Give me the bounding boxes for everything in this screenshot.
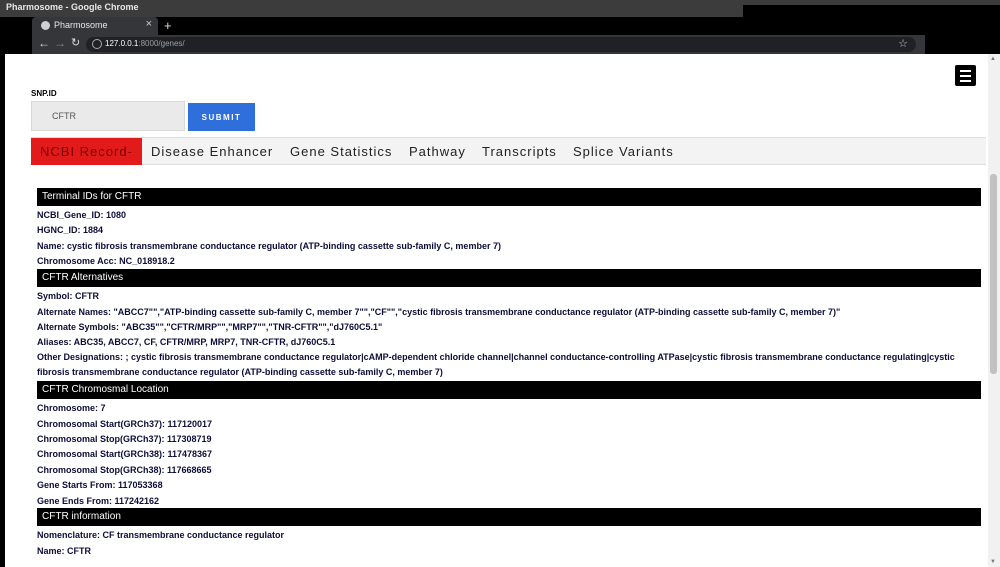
- title-bar-shade: [743, 5, 1000, 17]
- address-url: 127.0.0.1:8000/genes/: [105, 39, 185, 48]
- chromosomal-stop-grch38: Chromosomal Stop(GRCh38): 117668665: [37, 465, 212, 475]
- alternate-names: Alternate Names: "ABCC7"","ATP-binding c…: [37, 307, 841, 317]
- gene-ends-from: Gene Ends From: 117242162: [37, 496, 160, 506]
- tab-disease-enhancer[interactable]: Disease Enhancer: [151, 138, 273, 165]
- page-scrollbar[interactable]: ▲ ▼: [988, 54, 1000, 567]
- other-designations: Other Designations: ; cystic fibrosis tr…: [37, 352, 955, 377]
- globe-icon: [41, 21, 50, 30]
- window-title-bar: Pharmosome - Google Chrome: [0, 0, 1000, 17]
- scrollbar-thumb[interactable]: [990, 174, 997, 374]
- browser-tab[interactable]: Pharmosome ×: [32, 17, 158, 35]
- symbol: Symbol: CFTR: [37, 291, 99, 301]
- hamburger-menu-icon[interactable]: [955, 65, 976, 86]
- reload-icon[interactable]: ↻: [71, 36, 80, 49]
- chromosomal-stop-grch37: Chromosomal Stop(GRCh37): 117308719: [37, 434, 212, 444]
- hgnc-id: HGNC_ID: 1884: [37, 225, 104, 235]
- tab-splice-variants[interactable]: Splice Variants: [573, 138, 674, 165]
- arrow-left-icon[interactable]: ←: [38, 36, 50, 50]
- chromosome-acc: Chromosome Acc: NC_018918.2: [37, 256, 175, 266]
- address-bar[interactable]: 127.0.0.1:8000/genes/ ☆: [86, 37, 916, 52]
- submit-button[interactable]: SUBMIT: [188, 103, 255, 131]
- snp-id-label: SNP.ID: [31, 89, 57, 98]
- chromosome: Chromosome: 7: [37, 403, 106, 413]
- info-name: Name: CFTR: [37, 546, 92, 556]
- arrow-right-icon[interactable]: →: [54, 36, 66, 50]
- tab-strip-shade: [743, 17, 1000, 35]
- aliases: Aliases: ABC35, ABCC7, CF, CFTR/MRP, MRP…: [37, 337, 336, 347]
- plus-icon[interactable]: +: [164, 17, 172, 35]
- info-icon[interactable]: [92, 39, 102, 49]
- toolbar-shade: [925, 35, 1000, 54]
- star-icon[interactable]: ☆: [898, 37, 908, 50]
- section-header-location: CFTR Chromosmal Location: [37, 381, 981, 399]
- chromosomal-start-grch38: Chromosomal Start(GRCh38): 117478367: [37, 449, 213, 459]
- section-header-information: CFTR information: [37, 508, 981, 526]
- nomenclature: Nomenclature: CF transmembrane conductan…: [37, 530, 285, 540]
- scroll-down-icon[interactable]: ▼: [990, 559, 996, 565]
- section-nav: NCBI Record- Disease Enhancer Gene Stati…: [31, 137, 986, 165]
- tab-pathway[interactable]: Pathway: [409, 138, 466, 165]
- gene-starts-from: Gene Starts From: 117053368: [37, 480, 163, 490]
- alternate-symbols: Alternate Symbols: "ABC35"","CFTR/MRP"",…: [37, 322, 383, 332]
- gene-name: Name: cystic fibrosis transmembrane cond…: [37, 241, 501, 251]
- tab-transcripts[interactable]: Transcripts: [482, 138, 557, 165]
- browser-toolbar: ← → ↻ 127.0.0.1:8000/genes/ ☆: [32, 35, 925, 54]
- close-icon[interactable]: ×: [146, 18, 152, 30]
- chromosomal-start-grch37: Chromosomal Start(GRCh37): 117120017: [37, 419, 213, 429]
- ncbi-gene-id: NCBI_Gene_ID: 1080: [37, 210, 127, 220]
- scroll-up-icon[interactable]: ▲: [990, 56, 996, 62]
- window-title: Pharmosome - Google Chrome: [6, 2, 139, 12]
- section-header-terminal-ids: Terminal IDs for CFTR: [37, 188, 981, 206]
- tab-ncbi-record[interactable]: NCBI Record-: [31, 138, 142, 165]
- tab-title: Pharmosome: [54, 20, 108, 30]
- page-content: SNP.ID SUBMIT NCBI Record- Disease Enhan…: [5, 54, 988, 567]
- tab-gene-statistics[interactable]: Gene Statistics: [290, 138, 392, 165]
- section-header-alternatives: CFTR Alternatives: [37, 269, 981, 287]
- snp-id-input[interactable]: [31, 101, 185, 131]
